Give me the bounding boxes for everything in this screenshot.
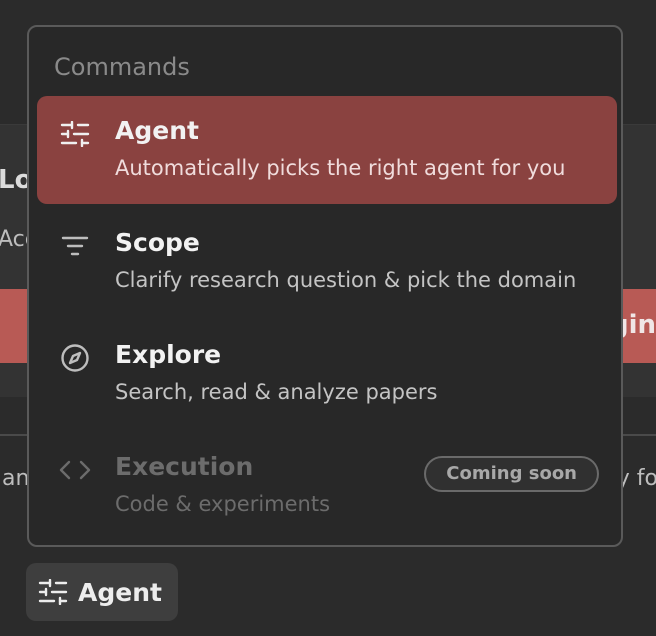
agent-selector-button[interactable]: Agent [26, 563, 178, 621]
command-description: Code & experiments [115, 492, 331, 516]
command-label: Explore [115, 340, 222, 369]
command-description: Search, read & analyze papers [115, 380, 438, 404]
command-description: Clarify research question & pick the dom… [115, 268, 577, 292]
command-label: Execution [115, 452, 254, 481]
code-icon [59, 454, 91, 486]
sliders-icon [38, 579, 68, 605]
command-description: Automatically picks the right agent for … [115, 156, 566, 180]
command-agent[interactable]: Agent Automatically picks the right agen… [37, 96, 617, 204]
command-label: Scope [115, 228, 200, 257]
coming-soon-badge: Coming soon [424, 456, 599, 492]
filter-icon [59, 230, 91, 262]
compass-icon [59, 342, 91, 374]
popup-header: Commands [54, 53, 190, 81]
command-explore[interactable]: Explore Search, read & analyze papers [37, 320, 617, 428]
command-scope[interactable]: Scope Clarify research question & pick t… [37, 208, 617, 316]
command-label: Agent [115, 116, 199, 145]
agent-button-label: Agent [78, 577, 162, 607]
commands-popup: Commands Agent Automatically picks the r… [27, 25, 623, 547]
command-execution: Execution Code & experiments Coming soon [37, 432, 617, 540]
background-text-left: an [2, 466, 30, 491]
sliders-icon [59, 118, 91, 150]
